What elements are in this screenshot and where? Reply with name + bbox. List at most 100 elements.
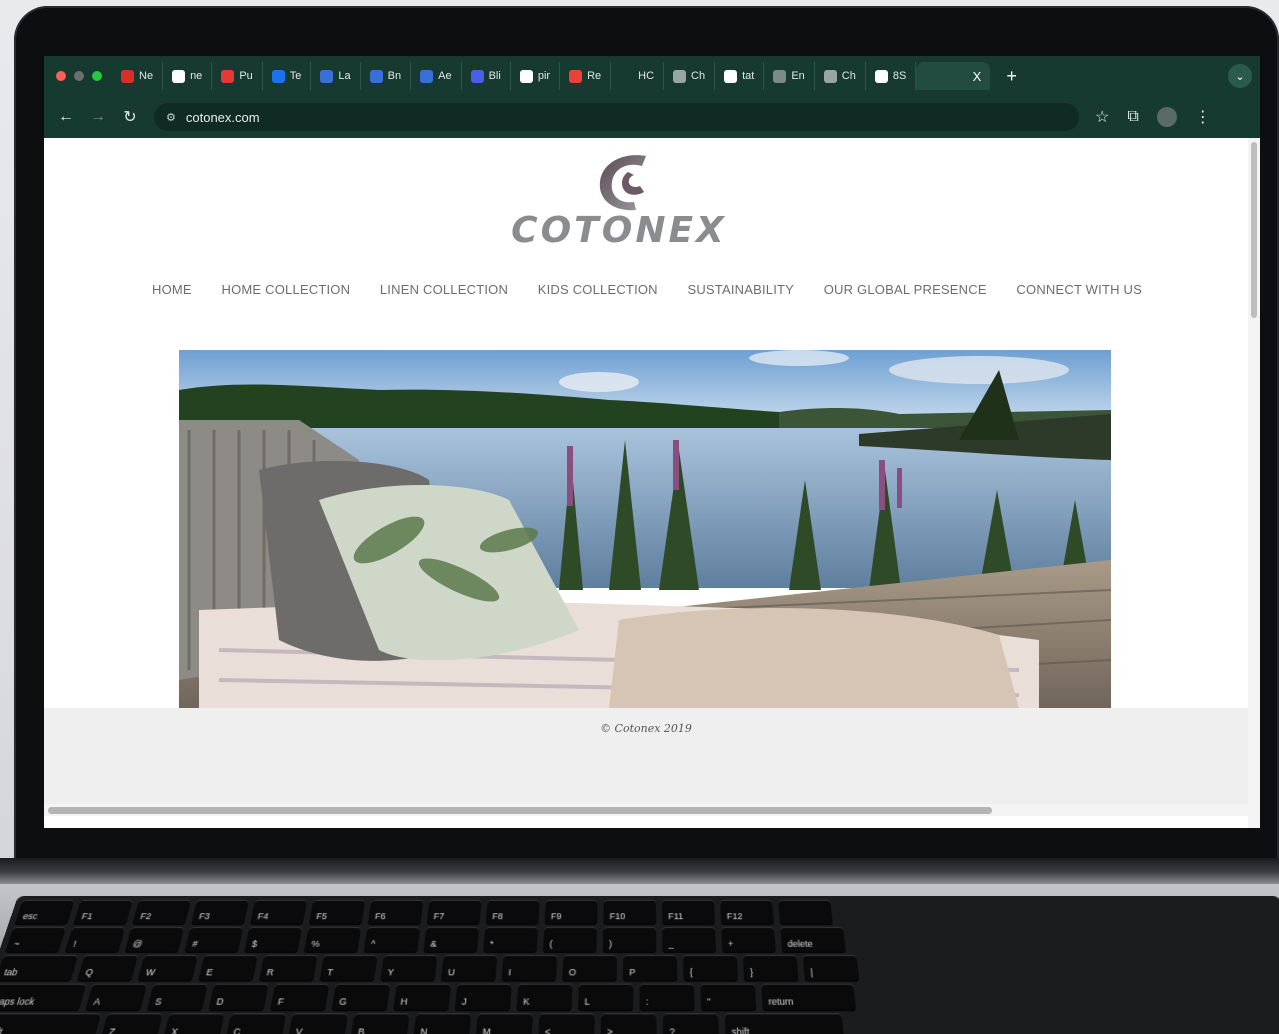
toolbar-actions: ☆ ⧉ ⋮	[1095, 107, 1211, 127]
keyboard: esc F1 F2 F3 F4 F5 F6 F7 F8 F9 F10 F11 F12 ~! @ # $% ^ & *(…	[0, 896, 1279, 1034]
tab-label: pir	[537, 70, 551, 82]
keyboard-key: F2	[132, 899, 192, 925]
keyboard-key: F5	[308, 899, 366, 925]
nav-link-connect-with-us[interactable]: CONNECT WITH US	[1016, 282, 1142, 297]
nav-link-sustainability[interactable]: SUSTAINABILITY	[687, 282, 794, 297]
keyboard-key: F4	[249, 899, 308, 925]
keyboard-key: return	[761, 983, 857, 1012]
keyboard-key: @	[124, 926, 185, 953]
nav-link-linen-collection[interactable]: LINEN COLLECTION	[380, 282, 508, 297]
copyright-text: © Cotonex 2019	[600, 722, 692, 735]
extensions-icon[interactable]: ⧉	[1127, 108, 1138, 126]
browser-tab[interactable]: Ae	[411, 62, 462, 90]
window-controls	[56, 71, 102, 81]
tab-label: Bn	[387, 70, 402, 82]
browser-tab[interactable]: Bn	[361, 62, 412, 90]
close-window-button[interactable]	[56, 71, 66, 81]
browser-tab[interactable]: Te	[263, 62, 312, 90]
keyboard-key: E	[198, 954, 258, 982]
tab-favicon-icon	[369, 69, 383, 83]
tab-label: Ch	[841, 70, 856, 82]
site-info-icon[interactable]: ⚙	[166, 111, 176, 124]
back-arrow-icon[interactable]: ←	[50, 108, 82, 126]
tab-favicon-icon	[823, 69, 837, 83]
keyboard-row: tab Q W E R T Y U I O P{} |	[0, 954, 1279, 984]
tab-favicon-icon	[221, 69, 235, 83]
keyboard-key: F12	[720, 899, 774, 925]
bookmark-star-icon[interactable]: ☆	[1095, 107, 1109, 127]
site-navigation: HOME HOME COLLECTION LINEN COLLECTION KIDS …	[152, 282, 1142, 297]
keyboard-key: F10	[603, 899, 657, 925]
tab-label: Re	[587, 70, 602, 82]
tab-favicon-icon	[271, 69, 285, 83]
browser-tab[interactable]: Bli	[462, 62, 511, 90]
browser-tab[interactable]: Ch	[815, 62, 866, 90]
keyboard-row: caps lock A S D F G H J K L: " return	[0, 983, 1279, 1014]
tab-label: Ne	[139, 70, 154, 82]
keyboard-row: ~! @ # $% ^ & *() _ + delete	[4, 926, 1279, 955]
keyboard-key: P	[622, 954, 678, 982]
nav-link-home[interactable]: HOME	[152, 282, 192, 297]
keyboard-key: W	[137, 954, 199, 982]
browser-tab[interactable]: ne	[163, 62, 213, 90]
nav-link-our-global-presence[interactable]: OUR GLOBAL PRESENCE	[824, 282, 987, 297]
tab-search-button[interactable]: ⌄	[1228, 64, 1252, 88]
horizontal-scrollbar[interactable]	[44, 804, 1248, 816]
tab-favicon-icon	[874, 69, 888, 83]
tab-favicon-icon	[773, 69, 787, 83]
close-tab-icon[interactable]: X	[973, 69, 982, 84]
browser-tab[interactable]: Pu	[212, 62, 263, 90]
keyboard-key: D	[208, 983, 269, 1012]
browser-tab[interactable]: pir	[511, 62, 561, 90]
keyboard-key: F11	[662, 899, 716, 925]
new-tab-button[interactable]: +	[1006, 66, 1017, 87]
keyboard-key	[778, 899, 833, 925]
browser-tab[interactable]: tat	[715, 62, 765, 90]
browser-tab[interactable]: La	[311, 62, 361, 90]
keyboard-key: F	[269, 983, 330, 1012]
minimize-window-button[interactable]	[74, 71, 84, 81]
vertical-scrollbar[interactable]	[1248, 138, 1260, 828]
keyboard-key: Y	[380, 954, 438, 982]
keyboard-key: caps lock	[0, 983, 87, 1012]
web-page: COTONEX HOME HOME COLLECTION LINEN COLLECT…	[44, 138, 1248, 828]
tab-favicon-icon	[724, 69, 738, 83]
profile-avatar[interactable]	[1156, 107, 1177, 127]
tab-label: Ch	[691, 70, 706, 82]
tab-active[interactable]: X	[916, 62, 991, 90]
tab-label: HC	[638, 70, 655, 82]
nav-link-home-collection[interactable]: HOME COLLECTION	[222, 282, 351, 297]
tab-favicon-icon	[121, 69, 134, 83]
forward-arrow-icon[interactable]: →	[82, 108, 114, 126]
horizontal-scroll-thumb[interactable]	[48, 807, 992, 814]
keyboard-key: $	[243, 926, 303, 953]
browser-tab[interactable]: En	[764, 62, 815, 90]
keyboard-key: J	[454, 983, 512, 1012]
tab-favicon-icon	[673, 69, 687, 83]
maximize-window-button[interactable]	[92, 71, 102, 81]
browser-tab[interactable]: 8S	[866, 62, 917, 90]
browser-tab[interactable]: Re	[560, 62, 612, 90]
reload-icon[interactable]: ↻	[114, 107, 146, 127]
address-bar[interactable]: ⚙ cotonex.com	[154, 103, 1079, 131]
tab-label: Te	[289, 70, 302, 82]
tab-favicon-icon	[620, 69, 634, 83]
keyboard-key: |	[802, 954, 860, 982]
keyboard-key: }	[742, 954, 799, 982]
keyboard-key: "	[700, 983, 757, 1012]
keyboard-key: F8	[485, 899, 540, 925]
tab-label: Pu	[239, 70, 253, 82]
browser-tab[interactable]: Ch	[664, 62, 716, 90]
keyboard-key: *	[483, 926, 539, 953]
browser-tab[interactable]: Ne	[112, 62, 164, 90]
browser-tab[interactable]: HC	[611, 62, 665, 90]
site-logo-text[interactable]: COTONEX	[484, 210, 754, 251]
keyboard-key: (	[542, 926, 598, 953]
keyboard-key: #	[184, 926, 244, 953]
vertical-scroll-thumb[interactable]	[1251, 142, 1257, 318]
keyboard-key: F1	[73, 899, 133, 925]
tab-label: Bli	[488, 70, 501, 82]
more-menu-icon[interactable]: ⋮	[1195, 107, 1211, 127]
nav-link-kids-collection[interactable]: KIDS COLLECTION	[538, 282, 658, 297]
keyboard-key: !	[64, 926, 126, 953]
